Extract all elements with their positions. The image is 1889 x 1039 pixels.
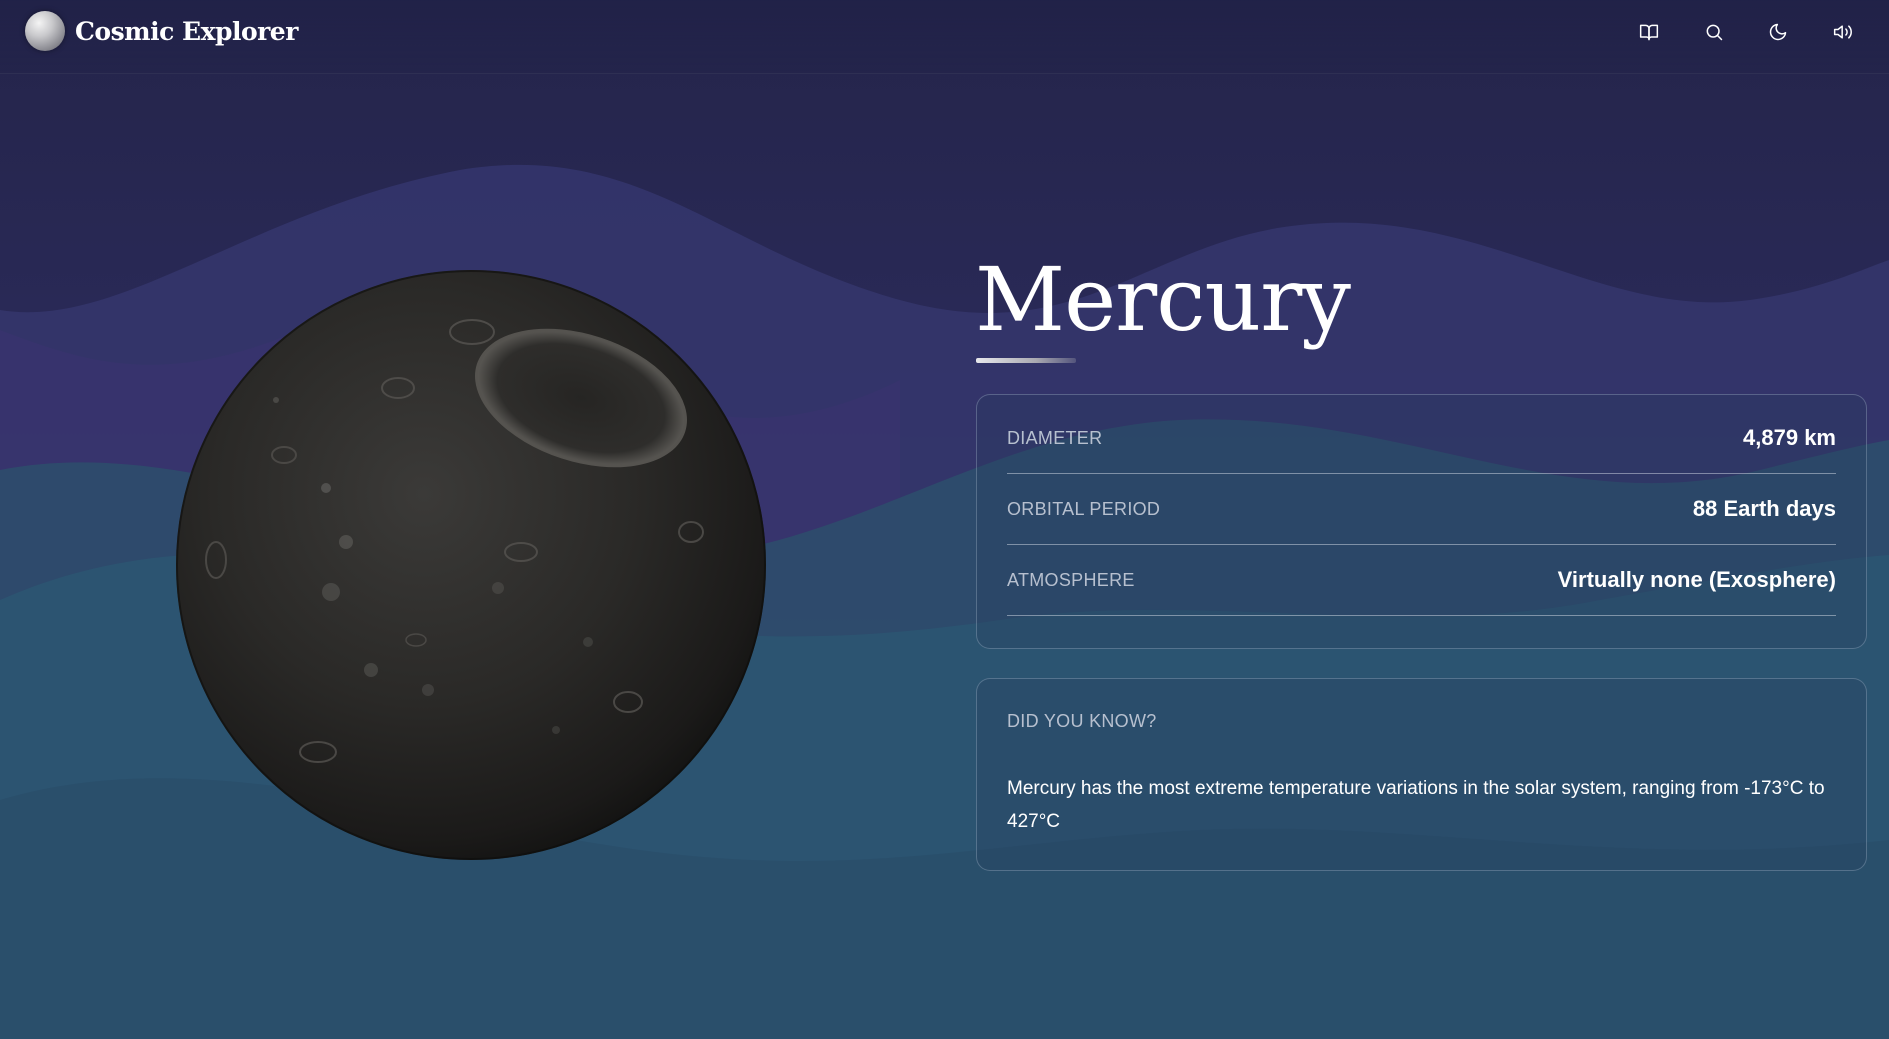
did-you-know-card: DID YOU KNOW? Mercury has the most extre… bbox=[976, 678, 1867, 871]
stat-value: 4,879 km bbox=[1743, 425, 1836, 450]
fact-heading: DID YOU KNOW? bbox=[1007, 711, 1157, 731]
search-button[interactable] bbox=[1696, 14, 1732, 50]
search-icon bbox=[1706, 24, 1723, 41]
brand[interactable]: Cosmic Explorer bbox=[25, 11, 298, 51]
planet-stats-card: DIAMETER 4,879 km ORBITAL PERIOD 88 Eart… bbox=[976, 394, 1867, 649]
stat-row-atmosphere: ATMOSPHERE Virtually none (Exosphere) bbox=[1007, 545, 1836, 616]
top-navigation-bar: Cosmic Explorer bbox=[0, 0, 1889, 74]
brand-name: Cosmic Explorer bbox=[75, 16, 298, 46]
stat-row-orbital-period: ORBITAL PERIOD 88 Earth days bbox=[1007, 474, 1836, 545]
stat-label: ATMOSPHERE bbox=[1007, 569, 1135, 590]
sound-toggle-button[interactable] bbox=[1825, 14, 1861, 50]
stat-value: 88 Earth days bbox=[1692, 496, 1836, 521]
stat-label: DIAMETER bbox=[1007, 427, 1103, 448]
moon-icon bbox=[1769, 23, 1787, 41]
stat-row-diameter: DIAMETER 4,879 km bbox=[1007, 403, 1836, 474]
title-underline bbox=[976, 358, 1076, 363]
book-icon bbox=[1639, 24, 1659, 41]
fact-text: Mercury has the most extreme temperature… bbox=[1007, 778, 1825, 832]
theme-toggle-button[interactable] bbox=[1760, 14, 1796, 50]
stat-label: ORBITAL PERIOD bbox=[1007, 498, 1161, 519]
app-root: Cosmic Explorer Mercury DIAMETER 4,879 k… bbox=[0, 0, 1889, 1039]
planet-title: Mercury bbox=[975, 248, 1351, 351]
stat-value: Virtually none (Exosphere) bbox=[1557, 567, 1836, 592]
planet-logo-icon bbox=[25, 11, 65, 51]
volume-icon bbox=[1833, 25, 1852, 39]
planet-mercury-image[interactable] bbox=[176, 270, 766, 860]
library-button[interactable] bbox=[1631, 14, 1667, 50]
